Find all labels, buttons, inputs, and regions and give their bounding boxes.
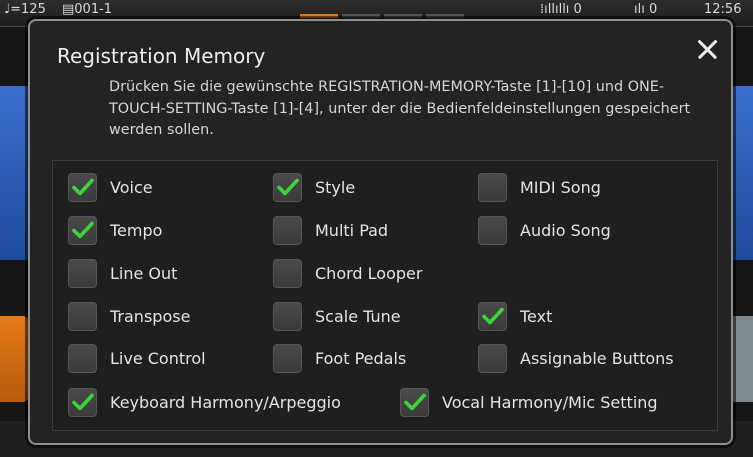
dialog-title: Registration Memory (57, 44, 266, 68)
checkbox-label: Tempo (110, 220, 163, 240)
background-style-panel-left[interactable] (0, 316, 30, 402)
checkbox-label: Line Out (110, 263, 178, 283)
checkbox[interactable] (68, 258, 97, 288)
checkbox-vocal-harmony[interactable]: Vocal Harmony/Mic Setting (400, 387, 658, 417)
tempo-readout: ♩=125 (4, 2, 46, 17)
page-indicator (342, 14, 380, 18)
page-indicator (384, 14, 422, 18)
registration-readout: ▤001-1 (62, 2, 113, 17)
checkbox-label: Text (520, 306, 553, 326)
checkbox-label: Vocal Harmony/Mic Setting (442, 392, 658, 412)
checkbox[interactable] (478, 215, 507, 245)
checkbox-live-control[interactable]: Live Control (68, 343, 206, 373)
checkbox-line-out[interactable]: Line Out (68, 258, 177, 288)
checkmark-icon (71, 221, 94, 239)
checkbox-keyboard-harmony[interactable]: Keyboard Harmony/Arpeggio (68, 387, 341, 417)
checkbox[interactable] (273, 215, 302, 245)
checkbox-audio-song[interactable]: Audio Song (478, 215, 611, 245)
checkbox[interactable] (478, 301, 507, 331)
checkbox-transpose[interactable]: Transpose (68, 301, 190, 331)
checkbox-label: Assignable Buttons (520, 348, 674, 368)
checkbox-label: Live Control (110, 348, 206, 368)
checkbox-voice[interactable]: Voice (68, 172, 153, 202)
checkbox-scale-tune[interactable]: Scale Tune (273, 301, 401, 331)
checkbox-multi-pad[interactable]: Multi Pad (273, 215, 388, 245)
checkbox-label: Multi Pad (315, 220, 389, 240)
checkbox-chord-looper[interactable]: Chord Looper (273, 258, 422, 288)
page-indicator-active (300, 14, 338, 18)
checkbox[interactable] (68, 301, 97, 331)
clock: 12:56 (704, 2, 742, 17)
checkbox-tempo[interactable]: Tempo (68, 215, 162, 245)
checkmark-icon (276, 178, 299, 196)
checkbox-label: MIDI Song (520, 177, 601, 197)
checkmark-icon (71, 178, 94, 196)
close-icon[interactable] (693, 35, 721, 63)
checkbox-label: Scale Tune (315, 306, 401, 326)
checkbox-label: Transpose (110, 306, 191, 326)
checkbox[interactable] (478, 343, 507, 373)
checkbox-text[interactable]: Text (478, 301, 552, 331)
checkbox[interactable] (273, 258, 302, 288)
checkbox[interactable] (68, 215, 97, 245)
checkbox-assignable-buttons[interactable]: Assignable Buttons (478, 343, 674, 373)
registration-memory-dialog: Registration Memory Drücken Sie die gewü… (28, 19, 733, 445)
checkbox[interactable] (273, 343, 302, 373)
checkbox-label: Chord Looper (315, 263, 423, 283)
checkbox[interactable] (400, 387, 429, 417)
dialog-description: Drücken Sie die gewünschte REGISTRATION-… (109, 79, 691, 138)
checkbox-midi-song[interactable]: MIDI Song (478, 172, 601, 202)
level-meter-readout: ⁞ıllıllı 0 (540, 2, 582, 17)
checkbox-style[interactable]: Style (273, 172, 355, 202)
checkbox[interactable] (68, 172, 97, 202)
checkmark-icon (71, 393, 94, 411)
mic-level-readout: ılı 0 (634, 2, 658, 17)
checkbox-label: Keyboard Harmony/Arpeggio (110, 392, 341, 412)
checkmark-icon (481, 307, 504, 325)
checkbox[interactable] (68, 343, 97, 373)
page-indicator (426, 14, 464, 18)
checkbox[interactable] (68, 387, 97, 417)
checkmark-icon (403, 393, 426, 411)
checkbox-label: Audio Song (520, 220, 611, 240)
checkbox-foot-pedals[interactable]: Foot Pedals (273, 343, 406, 373)
checkbox-label: Voice (110, 177, 153, 197)
checkbox[interactable] (478, 172, 507, 202)
checkbox[interactable] (273, 172, 302, 202)
checkbox-label: Style (315, 177, 356, 197)
registration-items-group: Voice Style MIDI Song Tempo Multi Pad Au… (52, 160, 718, 431)
checkbox[interactable] (273, 301, 302, 331)
checkbox-label: Foot Pedals (315, 348, 407, 368)
